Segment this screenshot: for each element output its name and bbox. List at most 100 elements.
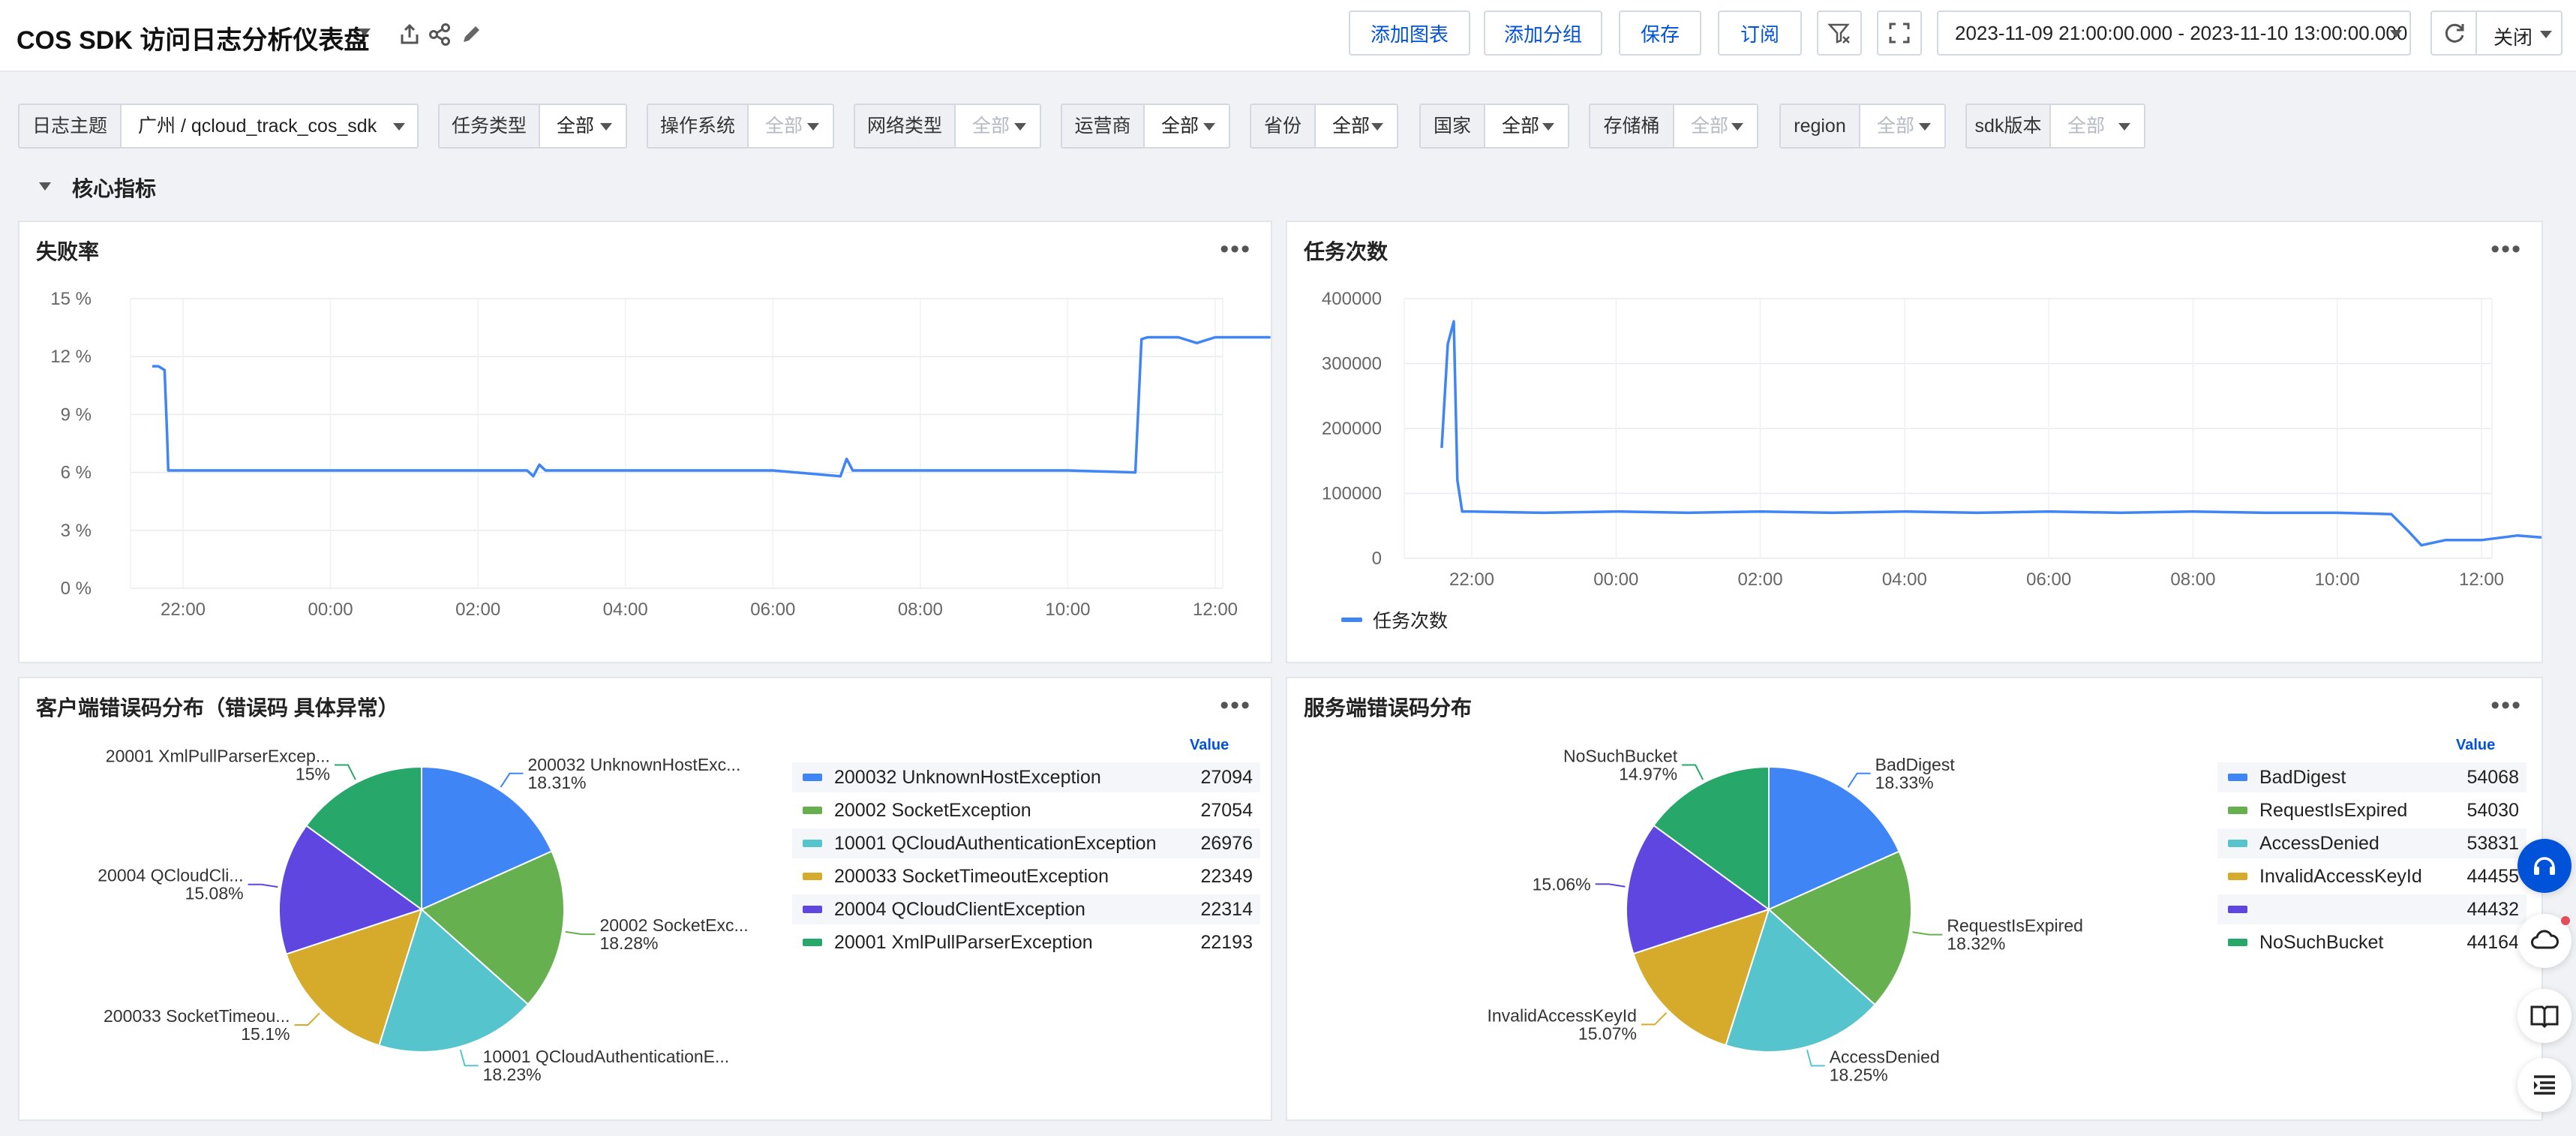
docs-button[interactable] — [2517, 989, 2571, 1043]
fullscreen-icon — [1889, 23, 1910, 44]
filter-region[interactable]: region 全部 — [1779, 104, 1946, 149]
edit-icon[interactable] — [459, 23, 483, 47]
filter-value: 广州 / qcloud_track_cos_sdk — [138, 116, 377, 137]
time-range-picker[interactable]: 2023-11-09 21:00:00.000 - 2023-11-10 13:… — [1937, 11, 2411, 56]
legend-row[interactable]: AccessDenied 53831 — [2217, 828, 2526, 858]
section-title: 核心指标 — [72, 177, 157, 200]
pie-slice-percent: 18.31% — [528, 773, 587, 792]
add-group-button[interactable]: 添加分组 — [1484, 11, 1602, 56]
legend-row[interactable]: RequestIsExpired 54030 — [2217, 795, 2526, 825]
more-icon[interactable]: ••• — [1220, 693, 1251, 718]
filter-value: 全部 — [1502, 116, 1540, 137]
legend-label: 200033 SocketTimeoutException — [834, 865, 1109, 887]
share-icon[interactable] — [398, 23, 422, 47]
task-count-panel: 任务次数 ••• 0 100000 200000 300000 400000 22:00 0… — [1286, 221, 2543, 663]
legend-row[interactable]: 10001 QCloudAuthenticationException 26976 — [792, 828, 1260, 858]
pie-slice-percent: 18.28% — [599, 933, 658, 953]
filter-country[interactable]: 国家 全部 — [1419, 104, 1569, 149]
legend-row[interactable]: 44432 — [2217, 894, 2526, 924]
title-dropdown-icon[interactable] — [359, 29, 371, 36]
x-tick-label: 12:00 — [2459, 570, 2504, 590]
filter-task-type[interactable]: 任务类型 全部 — [438, 104, 627, 149]
legend-row[interactable]: InvalidAccessKeyId 44455 — [2217, 861, 2526, 891]
pie-leader-line — [294, 1012, 320, 1026]
legend-row[interactable]: 200032 UnknownHostException 27094 — [792, 762, 1260, 792]
x-tick-label: 00:00 — [1593, 570, 1638, 590]
y-tick-label: 0 % — [61, 579, 92, 599]
pie-leader-line — [500, 772, 524, 788]
x-tick-label: 04:00 — [1882, 570, 1927, 590]
legend-value: 44455 — [2466, 865, 2519, 887]
legend-label: AccessDenied — [2259, 832, 2379, 854]
legend-value-header: Value — [2456, 737, 2496, 753]
server-error-pie: BadDigest18.33% RequestIsExpired18.32% Acc… — [1487, 746, 2082, 1084]
legend-row[interactable]: NoSuchBucket 44164 — [2217, 927, 2526, 957]
legend-swatch — [803, 774, 822, 781]
pie-slice-percent: 15% — [296, 765, 330, 784]
filter-os[interactable]: 操作系统 全部 — [647, 104, 834, 149]
legend-swatch — [2228, 774, 2247, 781]
series-line[interactable] — [1440, 320, 2542, 547]
legend-label: 20004 QCloudClientException — [834, 898, 1085, 920]
filter-value: 全部 — [1161, 116, 1199, 137]
save-button[interactable]: 保存 — [1619, 11, 1701, 56]
filter-value: 全部 — [2067, 116, 2106, 137]
chart-legend[interactable]: 任务次数 — [1341, 606, 1448, 633]
pie-leader-line — [1806, 1049, 1825, 1067]
y-tick-label: 200000 — [1322, 419, 1382, 439]
section-collapse-icon[interactable] — [39, 182, 51, 191]
filter-log-topic[interactable]: 日志主题 广州 / qcloud_track_cos_sdk — [18, 104, 419, 149]
legend-swatch — [2228, 873, 2247, 880]
link-icon[interactable] — [428, 23, 452, 47]
chevron-down-icon — [1542, 123, 1554, 131]
legend-row[interactable]: 20002 SocketException 27054 — [792, 795, 1260, 825]
legend-label: RequestIsExpired — [2259, 799, 2408, 821]
pie-slice-percent: 15.08% — [185, 884, 244, 903]
x-tick-label: 04:00 — [603, 600, 648, 620]
legend-row[interactable]: 20004 QCloudClientException 22314 — [792, 894, 1260, 924]
chevron-down-icon — [600, 123, 612, 131]
fullscreen-button[interactable] — [1877, 11, 1922, 56]
pie-slice-percent: 15.07% — [1578, 1023, 1637, 1043]
pie-slice-label: AccessDenied — [1830, 1047, 1940, 1066]
series-line[interactable] — [152, 335, 1271, 478]
legend-label: BadDigest — [2259, 766, 2346, 788]
pie-slice-label: NoSuchBucket — [1563, 746, 1678, 765]
pie-leader-line — [1595, 883, 1626, 888]
pie-slice-label: 20002 SocketExc... — [599, 915, 748, 935]
add-chart-button[interactable]: 添加图表 — [1349, 11, 1470, 56]
x-tick-label: 06:00 — [750, 600, 795, 620]
pie-leader-line — [1912, 931, 1943, 936]
legend-row[interactable]: BadDigest 54068 — [2217, 762, 2526, 792]
legend-swatch — [2228, 906, 2247, 913]
filter-label: 存储桶 — [1590, 105, 1674, 147]
filter-clear-icon — [1827, 23, 1850, 44]
subscribe-button[interactable]: 订阅 — [1718, 11, 1802, 56]
legend-label: 20001 XmlPullParserException — [834, 931, 1093, 953]
chevron-down-icon — [1919, 123, 1931, 131]
filter-value: 全部 — [972, 116, 1010, 137]
pie-slice-label: 20004 QCloudCli... — [98, 866, 243, 885]
filter-clear-button[interactable] — [1817, 11, 1862, 56]
filter-value: 全部 — [1877, 116, 1915, 137]
legend-value: 22314 — [1200, 898, 1253, 920]
filter-sdk-version[interactable]: sdk版本 全部 — [1965, 104, 2145, 149]
pie-leader-line — [1641, 1012, 1668, 1026]
legend-row[interactable]: 20001 XmlPullParserException 22193 — [792, 927, 1260, 957]
filter-label: 日志主题 — [20, 105, 122, 147]
legend-label: 20002 SocketException — [834, 799, 1031, 821]
filter-network-type[interactable]: 网络类型 全部 — [854, 104, 1041, 149]
legend-label: 200032 UnknownHostException — [834, 766, 1101, 788]
legend-swatch — [803, 840, 822, 847]
support-button[interactable] — [2517, 839, 2571, 893]
outline-button[interactable] — [2517, 1058, 2571, 1112]
legend-row[interactable]: 200033 SocketTimeoutException 22349 — [792, 861, 1260, 891]
filter-value: 全部 — [1332, 116, 1371, 137]
auto-refresh-control[interactable]: 关闭 — [2430, 11, 2562, 56]
more-icon[interactable]: ••• — [2490, 693, 2522, 718]
filter-province[interactable]: 省份 全部 — [1250, 104, 1398, 149]
legend-label: InvalidAccessKeyId — [2259, 865, 2422, 887]
filter-bucket[interactable]: 存储桶 全部 — [1589, 104, 1758, 149]
refresh-icon[interactable] — [2442, 20, 2467, 46]
filter-carrier[interactable]: 运营商 全部 — [1061, 104, 1230, 149]
